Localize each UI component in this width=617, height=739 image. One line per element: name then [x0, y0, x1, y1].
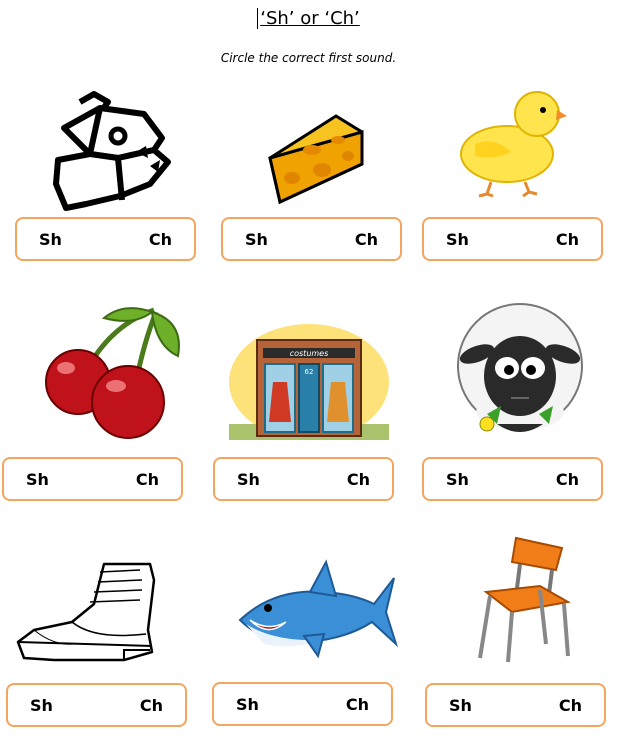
shoe-icon: [16, 562, 156, 662]
shop-icon: costumes 62: [229, 324, 389, 440]
option-sh[interactable]: Sh: [30, 696, 53, 715]
shop-number: 62: [305, 368, 314, 376]
option-sh[interactable]: Sh: [245, 230, 268, 249]
answer-box: Sh Ch: [422, 457, 603, 501]
answer-box: Sh Ch: [221, 217, 402, 261]
cheese-icon: [268, 114, 364, 205]
option-sh[interactable]: Sh: [236, 695, 259, 714]
option-ch[interactable]: Ch: [355, 230, 378, 249]
answer-box: Sh Ch: [213, 457, 394, 501]
ship-icon: [53, 91, 171, 211]
option-sh[interactable]: Sh: [449, 696, 472, 715]
chair-icon: [478, 536, 571, 663]
option-ch[interactable]: Ch: [149, 230, 172, 249]
answer-box: Sh Ch: [2, 457, 183, 501]
option-ch[interactable]: Ch: [347, 470, 370, 489]
sheep-icon: [457, 303, 583, 432]
option-ch[interactable]: Ch: [556, 470, 579, 489]
option-sh[interactable]: Sh: [446, 230, 469, 249]
option-ch[interactable]: Ch: [346, 695, 369, 714]
option-ch[interactable]: Ch: [136, 470, 159, 489]
worksheet-title: ‘Sh’ or ‘Ch’: [0, 8, 617, 29]
cherries-icon: [45, 307, 180, 439]
shark-icon: [238, 559, 398, 659]
option-ch[interactable]: Ch: [140, 696, 163, 715]
answer-box: Sh Ch: [425, 683, 606, 727]
shop-sign: costumes: [290, 349, 329, 358]
option-sh[interactable]: Sh: [237, 470, 260, 489]
answer-box: Sh Ch: [15, 217, 196, 261]
option-sh[interactable]: Sh: [446, 470, 469, 489]
answer-box: Sh Ch: [422, 217, 603, 261]
option-sh[interactable]: Sh: [39, 230, 62, 249]
option-sh[interactable]: Sh: [26, 470, 49, 489]
chick-icon: [460, 91, 567, 198]
answer-box: Sh Ch: [212, 682, 393, 726]
instruction-text: Circle the correct first sound.: [220, 51, 397, 65]
option-ch[interactable]: Ch: [559, 696, 582, 715]
option-ch[interactable]: Ch: [556, 230, 579, 249]
answer-box: Sh Ch: [6, 683, 187, 727]
